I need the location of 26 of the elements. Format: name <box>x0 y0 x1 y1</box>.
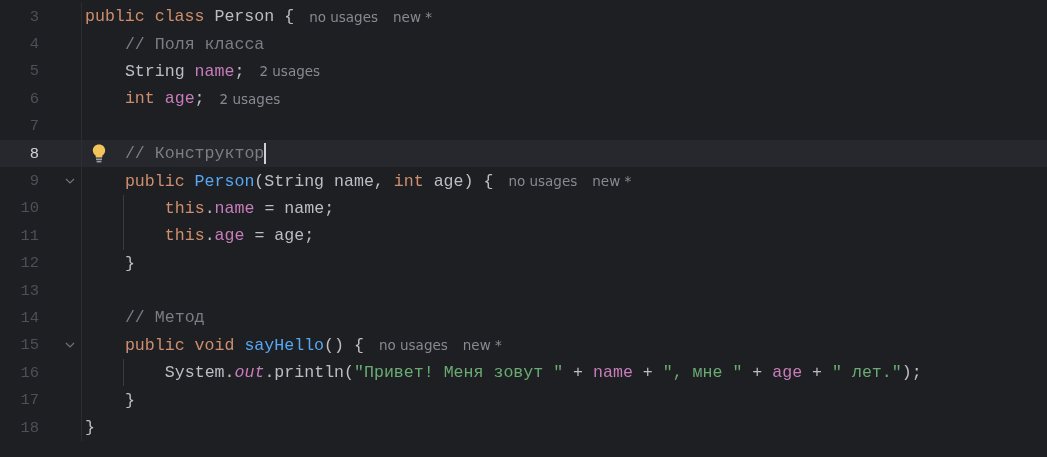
code-text: // Метод <box>124 308 205 328</box>
line-number: 8 <box>28 144 39 163</box>
inlay-hint[interactable]: no usages <box>309 8 378 25</box>
inlay-hint[interactable]: no usages <box>508 173 578 190</box>
chevron-icon[interactable] <box>65 342 75 349</box>
code-text: } <box>85 418 95 438</box>
code-text: // Поля класса <box>124 34 265 54</box>
code-text: int age; <box>124 89 205 109</box>
code-text: public Person(String name, int age) { <box>124 171 494 191</box>
lightbulb-icon[interactable] <box>92 143 106 163</box>
inlay-hint[interactable]: no usages <box>378 337 448 354</box>
code-text: } <box>124 390 135 410</box>
code-text: } <box>124 253 135 273</box>
code-text: public class Person { <box>85 7 295 27</box>
code-text: String name; <box>124 61 245 81</box>
code-text: this.age = age; <box>164 226 315 246</box>
inlay-hint[interactable]: 2 usages <box>219 90 281 107</box>
chevron-icon[interactable] <box>65 178 75 185</box>
code-text: this.name = name; <box>164 198 335 218</box>
inlay-hint[interactable]: new * <box>393 8 432 25</box>
inlay-hint[interactable]: new * <box>592 173 632 190</box>
code-text: public void sayHello() { <box>124 335 364 355</box>
inlay-hint[interactable]: new * <box>462 337 502 354</box>
code-text: // Конструктор <box>124 144 265 164</box>
code-text: System.out.println("Привет! Меня зовут " + name + ", мне " + age + " лет."); <box>164 363 922 383</box>
inlay-hint[interactable]: 2 usages <box>259 63 321 80</box>
